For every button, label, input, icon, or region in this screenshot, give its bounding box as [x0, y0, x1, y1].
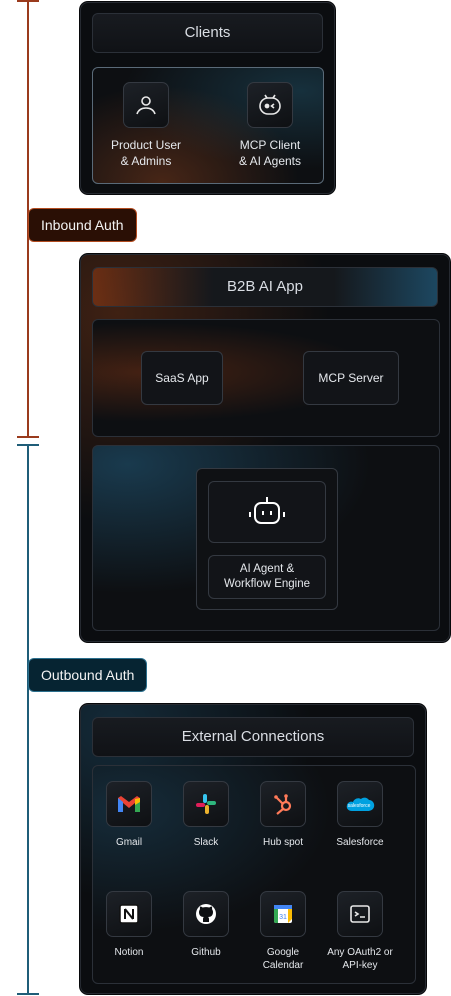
client-agent-tile [247, 82, 293, 128]
outbound-bracket-bottom [17, 993, 39, 995]
integrations-grid: salesforce Gmail Slack Hub spot Salesfor… [92, 765, 416, 984]
api-key-tile [337, 891, 383, 937]
terminal-icon [350, 905, 370, 923]
salesforce-label: Salesforce [336, 837, 384, 848]
engine-icon-box [208, 481, 326, 543]
mcp-server-box: MCP Server [303, 351, 399, 405]
hubspot-icon [274, 794, 292, 815]
svg-text:31: 31 [279, 914, 287, 921]
robot-icon [249, 497, 285, 524]
client-user-label: Product User & Admins [110, 138, 182, 168]
gmail-tile [106, 781, 152, 827]
github-icon [196, 904, 216, 924]
app-services-group: SaaS App MCP Server [92, 319, 440, 437]
inbound-auth-label: Inbound Auth [28, 208, 137, 242]
inbound-bracket-bottom [17, 436, 39, 438]
gmail-icon [118, 796, 140, 812]
external-connections-title: External Connections [92, 717, 414, 757]
client-agent-label: MCP Client & AI Agents [238, 138, 302, 168]
github-label: Github [191, 947, 221, 958]
clients-group: Product User & Admins MCP Client & AI Ag… [92, 67, 324, 184]
gmail-label: Gmail [115, 837, 143, 848]
clients-panel: Clients Product User & Admins MCP Client… [80, 2, 335, 194]
salesforce-icon: salesforce [346, 797, 375, 811]
notion-label: Notion [114, 947, 144, 958]
github-tile [183, 891, 229, 937]
outbound-bracket-line [27, 444, 29, 995]
inbound-bracket-top [17, 0, 39, 2]
google-calendar-tile: 31 [260, 891, 306, 937]
user-icon [136, 96, 156, 115]
hubspot-label: Hub spot [262, 837, 304, 848]
notion-icon [119, 904, 139, 924]
notion-tile [106, 891, 152, 937]
saas-app-box: SaaS App [141, 351, 223, 405]
outbound-auth-label: Outbound Auth [28, 658, 148, 692]
google-calendar-label: Google Calendar [262, 947, 304, 971]
engine-label-box: AI Agent & Workflow Engine [208, 555, 326, 599]
robot-face-icon [259, 94, 281, 115]
slack-label: Slack [193, 837, 219, 848]
google-calendar-icon: 31 [274, 905, 292, 923]
b2b-app-panel: B2B AI App SaaS App MCP Server AI Agent … [80, 254, 450, 642]
svg-text:salesforce: salesforce [348, 803, 371, 809]
clients-title: Clients [92, 13, 323, 53]
slack-tile [183, 781, 229, 827]
b2b-app-title: B2B AI App [92, 267, 438, 307]
engine-container: AI Agent & Workflow Engine [196, 468, 338, 610]
outbound-bracket-top [17, 444, 39, 446]
api-key-label: Any OAuth2 or API-key [327, 947, 393, 971]
slack-icon [196, 794, 216, 814]
hubspot-tile [260, 781, 306, 827]
client-user-tile [123, 82, 169, 128]
external-connections-panel: External Connections salesforce Gmail Sl… [80, 704, 426, 994]
app-engine-group: AI Agent & Workflow Engine [92, 445, 440, 631]
salesforce-tile: salesforce [337, 781, 383, 827]
